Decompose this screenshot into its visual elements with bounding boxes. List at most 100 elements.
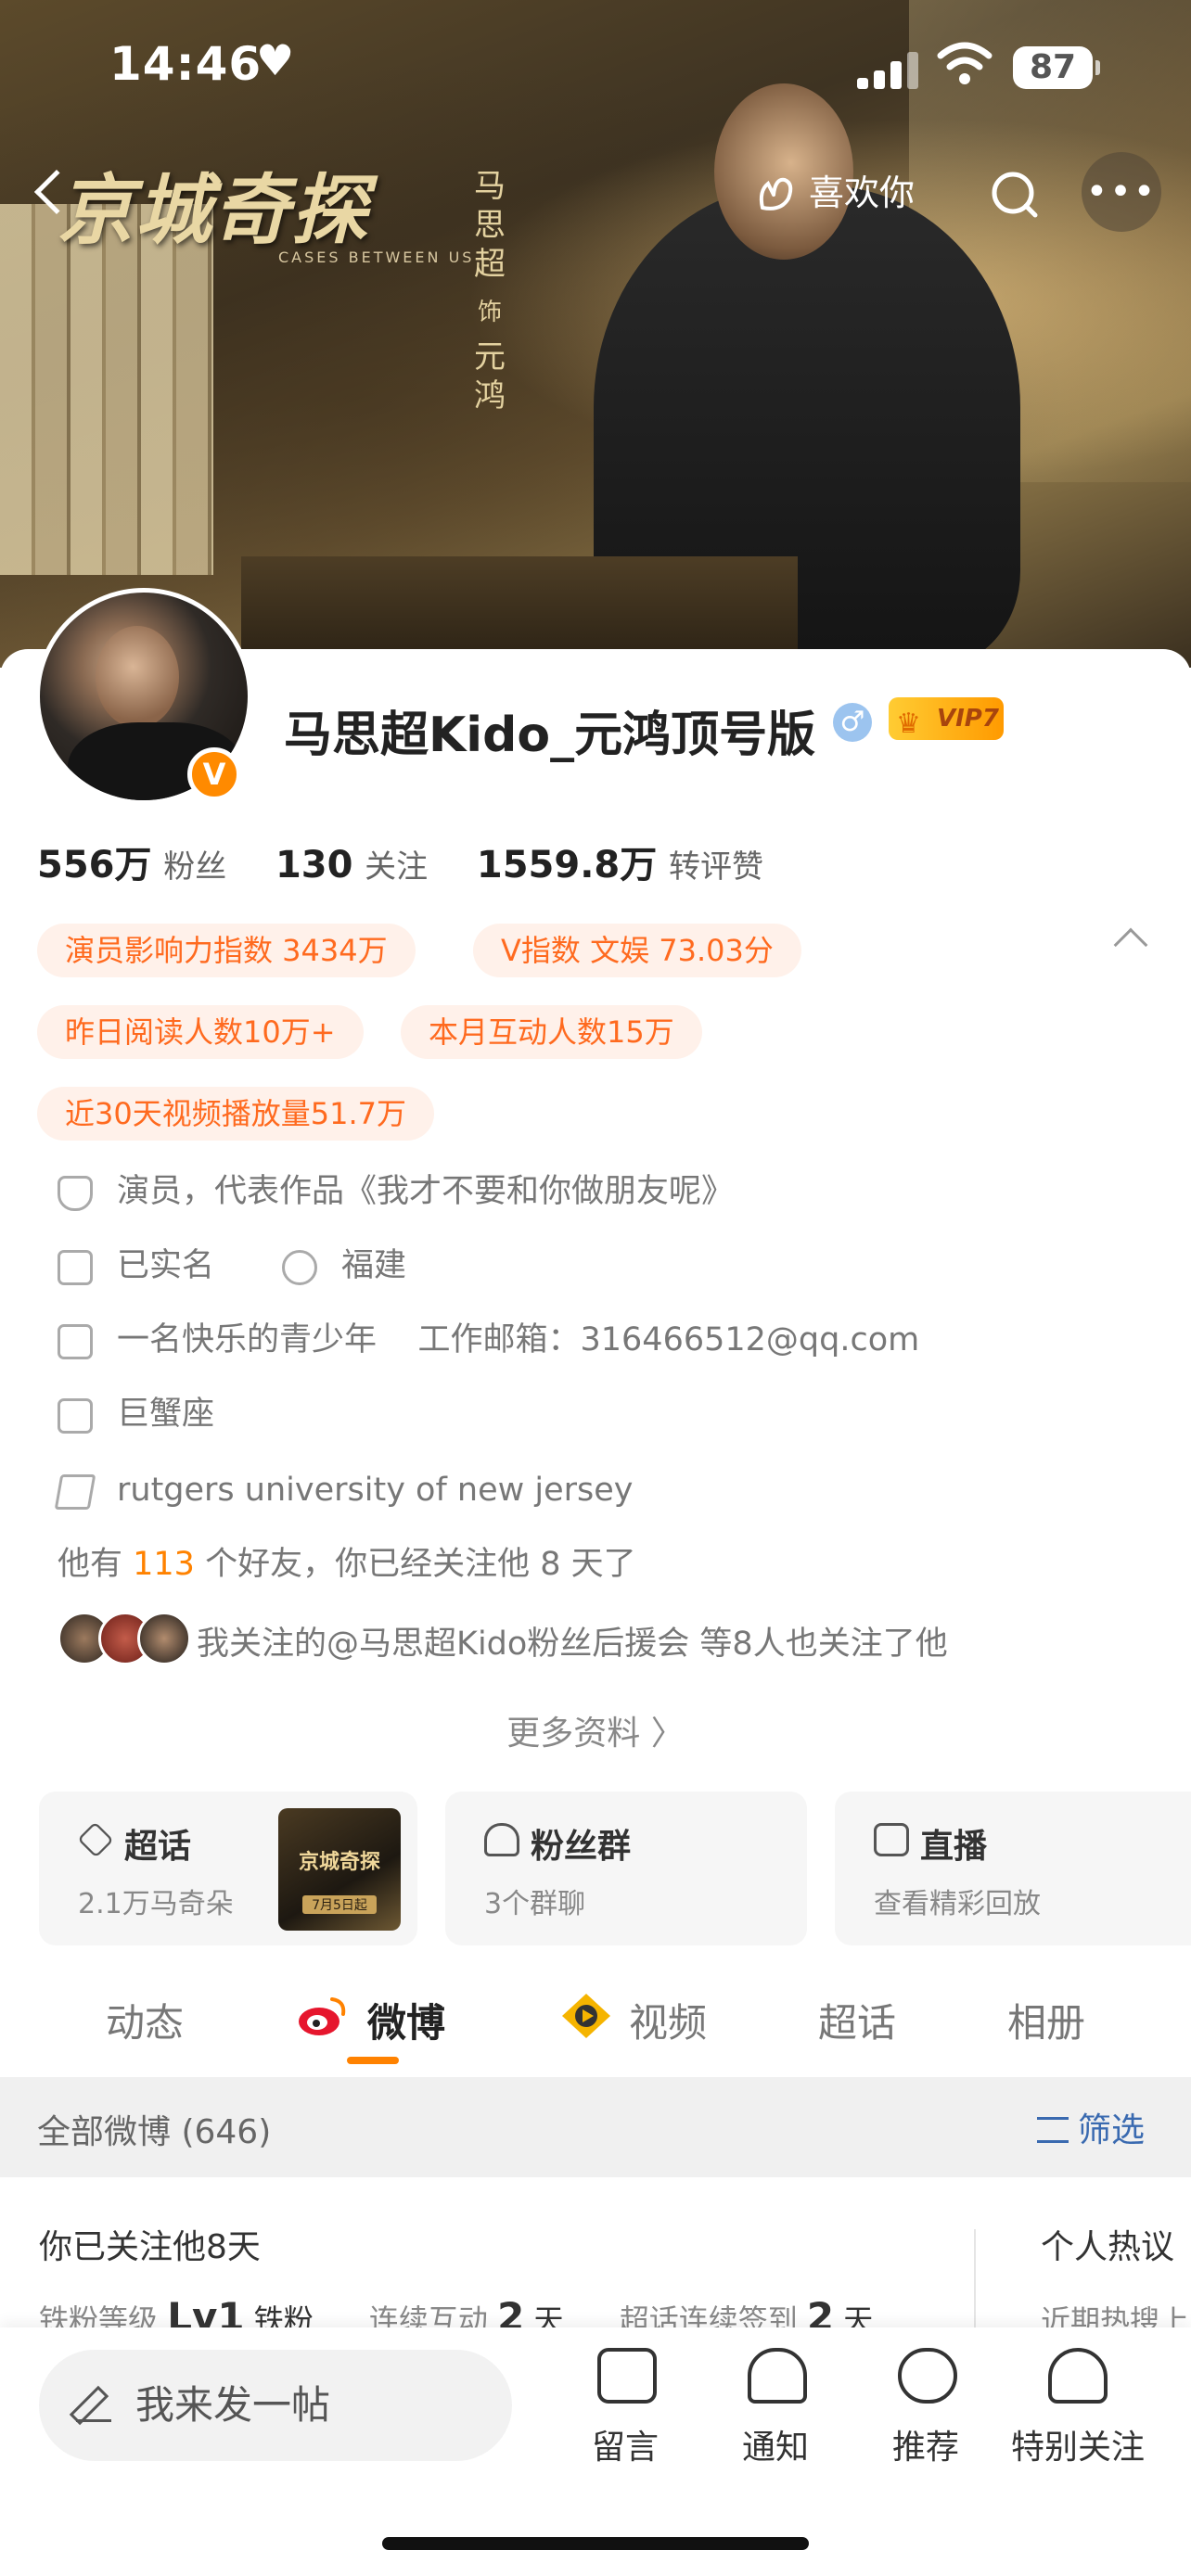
feature-fan-group[interactable]: 粉丝群 3个群聊 [445, 1792, 807, 1945]
filter-label: 筛选 [1077, 2111, 1145, 2149]
tab-album[interactable]: 相册 [1007, 1992, 1085, 2048]
calendar-icon [58, 1398, 93, 1434]
shield-icon [58, 1176, 93, 1211]
profile-name: 马思超Kido_元鸿顶号版 [284, 708, 816, 763]
male-gender-icon: ♂ [833, 703, 872, 742]
engagement-count: 1559.8万 [476, 844, 658, 886]
weibo-logo-icon [297, 1994, 349, 2038]
friends-prefix: 他有 [58, 1546, 134, 1583]
personal-discussion-title[interactable]: 个人热议 [1041, 2220, 1174, 2268]
user-star-icon [1048, 2348, 1108, 2404]
group-icon [484, 1823, 519, 1856]
notify-label: 通知 [741, 2429, 809, 2467]
message-button[interactable]: 留言 [560, 2348, 690, 2478]
special-follow-label: 特别关注 [1011, 2429, 1146, 2467]
real-name-text: 已实名 [117, 1247, 215, 1284]
friends-count: 113 [133, 1546, 195, 1583]
chat-bubble-icon [597, 2348, 657, 2404]
ip-icon [282, 1250, 317, 1285]
avatar-face [96, 626, 179, 728]
compose-post-button[interactable]: 我来发一帖 [39, 2350, 512, 2461]
tag-v-index[interactable]: V指数 文娱 73.03分 [473, 924, 801, 977]
more-options-button[interactable]: ••• [1082, 152, 1161, 232]
friends-suffix: 个好友，你已经关注他 8 天了 [194, 1546, 636, 1583]
recommend-button[interactable]: 推荐 [861, 2348, 991, 2478]
engagement-label: 转评赞 [668, 848, 763, 886]
tag-actor-influence[interactable]: 演员影响力指数 3434万 [37, 924, 416, 977]
tab-weibo[interactable]: 微博 [367, 1992, 445, 2048]
following-label: 关注 [365, 848, 429, 886]
message-label: 留言 [591, 2429, 659, 2467]
feature-live[interactable]: 直播 查看精彩回放 [835, 1792, 1191, 1945]
follow-duration-title: 你已关注他8天 [39, 2228, 261, 2266]
education-text: rutgers university of new jersey [117, 1472, 634, 1509]
vip-label: VIP7 [937, 705, 999, 733]
friends-summary[interactable]: 他有 113 个好友，你已经关注他 8 天了 [58, 1537, 636, 1585]
live-sub: 查看精彩回放 [874, 1888, 1041, 1920]
graduation-cap-icon [54, 1474, 96, 1510]
video-tab-icon [560, 1992, 612, 2040]
following-count: 130 [275, 844, 353, 886]
stat-followers[interactable]: 556万 粉丝 [37, 844, 263, 886]
all-posts-count[interactable]: 全部微博 (646) [37, 2105, 271, 2153]
profile-stats: 556万 粉丝 130 关注 1559.8万 转评赞 [37, 835, 800, 888]
diamond-icon [77, 1821, 114, 1858]
search-button[interactable] [978, 158, 1052, 232]
supertopic-title: 超话 [124, 1828, 192, 1866]
more-info-link[interactable]: 更多资料 〉 [0, 1706, 1191, 1754]
tab-video[interactable]: 视频 [629, 1992, 707, 2048]
tag-video-plays[interactable]: 近30天视频播放量51.7万 [37, 1087, 434, 1141]
filter-bar: 全部微博 (646) 筛选 [0, 2077, 1191, 2177]
banner-bookshelf [0, 204, 213, 575]
mutual-follow-text[interactable]: 我关注的@马思超Kido粉丝后援会 等8人也关注了他 [197, 1617, 948, 1664]
ip-location-text: 福建 [341, 1247, 407, 1284]
special-follow-button[interactable]: 特别关注 [1011, 2348, 1146, 2478]
vip-badge[interactable]: ♛ VIP7 [889, 697, 1004, 740]
search-icon [992, 172, 1038, 218]
supertopic-thumbnail[interactable]: 京城奇探 7月5日起 [278, 1808, 401, 1931]
followers-label: 粉丝 [163, 848, 227, 886]
zodiac-text: 巨蟹座 [117, 1396, 215, 1433]
thumb-date: 7月5日起 [302, 1895, 377, 1914]
chevron-up-circle-icon [898, 2348, 957, 2404]
info-bio: 一名快乐的青少年 工作邮箱：316466512@qq.com [58, 1317, 1152, 1363]
heart-icon: ♥ [256, 35, 295, 85]
tv-icon [874, 1823, 909, 1856]
vertical-role-name: 元鸿 [474, 338, 506, 414]
live-title: 直播 [920, 1828, 988, 1866]
like-you-button[interactable]: 喜欢你 [753, 165, 915, 221]
notify-button[interactable]: 通知 [711, 2348, 840, 2478]
home-indicator[interactable] [382, 2537, 809, 2550]
back-button[interactable] [28, 159, 83, 224]
drama-title-sub: CASES BETWEEN US [278, 249, 475, 266]
stat-following[interactable]: 130 关注 [275, 844, 465, 886]
wifi-icon [937, 41, 992, 96]
document-icon [58, 1324, 93, 1359]
tag-yesterday-reads[interactable]: 昨日阅读人数10万+ [37, 1005, 364, 1059]
bio-text: 一名快乐的青少年 工作邮箱：316466512@qq.com [117, 1321, 920, 1358]
fan-group-title: 粉丝群 [531, 1828, 632, 1866]
signal-icon [857, 52, 922, 89]
filter-button[interactable]: 筛选 [1036, 2103, 1145, 2151]
pencil-icon [76, 2387, 111, 2422]
info-verification: 已实名 福建 [58, 1243, 1078, 1289]
more-dots-icon: ••• [1085, 171, 1158, 213]
info-education: rutgers university of new jersey [54, 1467, 1078, 1513]
chevron-left-icon [33, 169, 80, 215]
like-you-label: 喜欢你 [809, 172, 916, 213]
fan-group-sub: 3个群聊 [484, 1888, 586, 1920]
status-bar: 14:46 ♥ 87 [0, 0, 1191, 139]
mutual-avatar-3 [137, 1612, 191, 1665]
hand-heart-icon [759, 177, 793, 210]
id-card-icon [58, 1250, 93, 1285]
vertical-actor-name: 马思超 [474, 168, 506, 283]
crown-icon: ♛ [896, 708, 921, 740]
vertical-role-prefix: 饰 [477, 299, 502, 326]
stat-engagement[interactable]: 1559.8万 转评赞 [477, 844, 800, 886]
drama-title-logo: 京城奇探 [58, 166, 369, 255]
supertopic-sub: 2.1万马奇朵 [78, 1888, 234, 1920]
tab-activity[interactable]: 动态 [106, 1992, 184, 2048]
tab-supertopic[interactable]: 超话 [818, 1992, 896, 2048]
active-tab-indicator [347, 2057, 399, 2064]
tag-month-interactions[interactable]: 本月互动人数15万 [401, 1005, 702, 1059]
